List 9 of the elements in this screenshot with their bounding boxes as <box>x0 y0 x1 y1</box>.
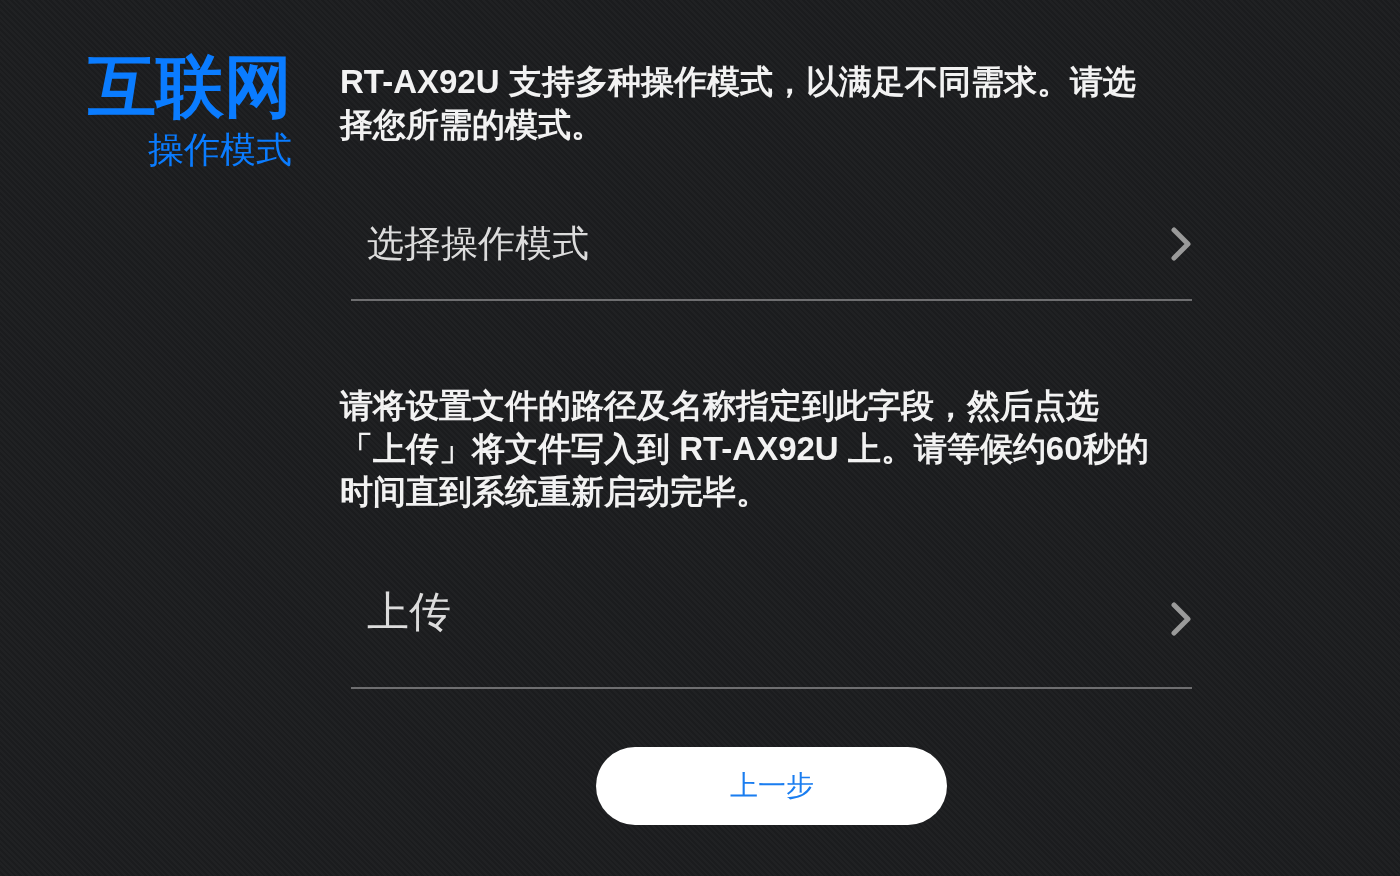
back-button[interactable]: 上一步 <box>596 747 947 825</box>
mode-select-row[interactable]: 选择操作模式 <box>351 189 1192 301</box>
chevron-right-icon <box>1170 602 1192 636</box>
description-text: RT-AX92U 支持多种操作模式，以满足不同需求。请选择您所需的模式。 <box>340 62 1137 145</box>
description-text: 请将设置文件的路径及名称指定到此字段，然后点选「上传」将文件写入到 RT-AX92U 上。请等候约60秒的时间直到系统重新启动完毕。 <box>340 386 1150 512</box>
chevron-right-icon <box>1170 227 1192 261</box>
page-subtitle: 操作模式 <box>148 128 292 172</box>
page-title: 互联网 <box>88 47 292 126</box>
upload-row[interactable]: 上传 <box>351 537 1192 689</box>
